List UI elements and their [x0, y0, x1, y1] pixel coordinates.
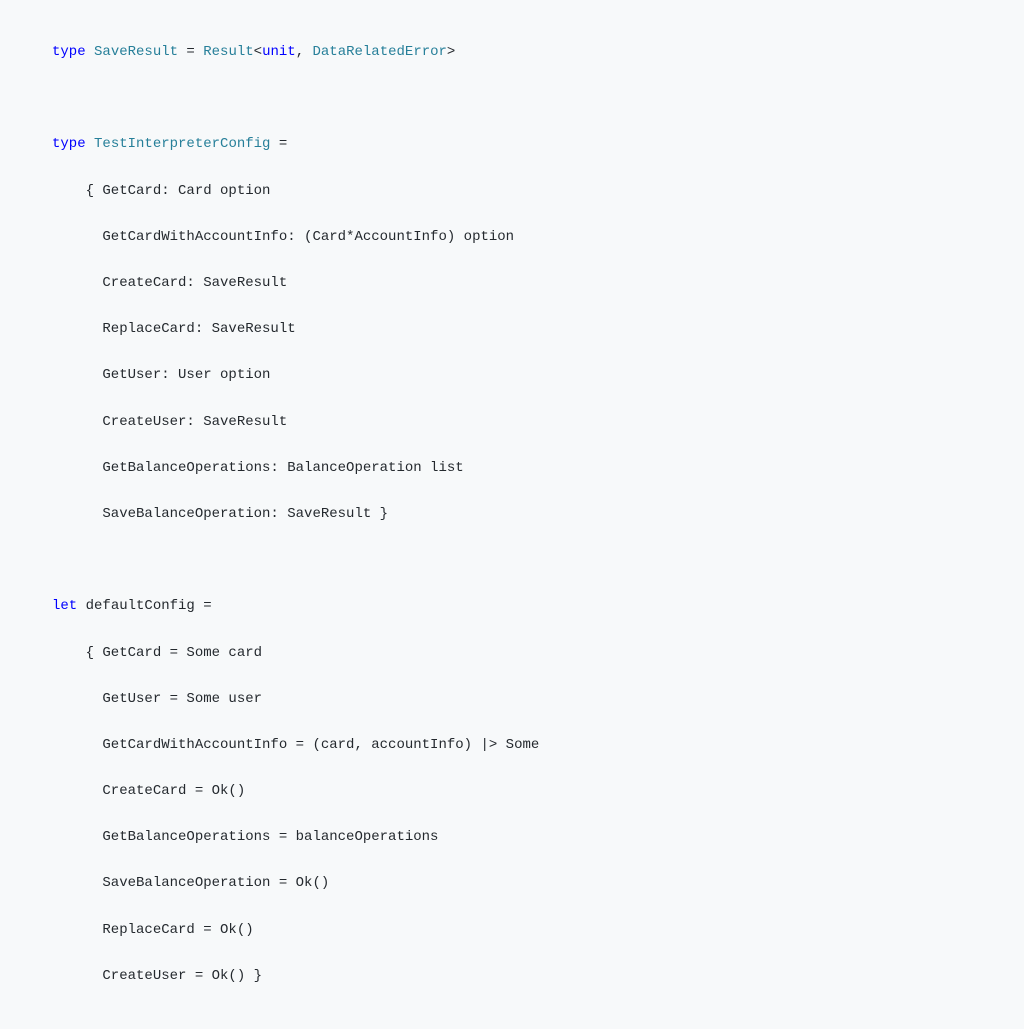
type-name: TestInterpreterConfig [94, 136, 270, 152]
code-line: CreateCard = Ok() [52, 780, 972, 803]
code-line: GetBalanceOperations: BalanceOperation l… [52, 457, 972, 480]
keyword-type: type [52, 44, 86, 60]
code-line-blank [52, 549, 972, 572]
code-line: ReplaceCard: SaveResult [52, 318, 972, 341]
equals: = [178, 44, 203, 60]
code-line: GetCardWithAccountInfo = (card, accountI… [52, 734, 972, 757]
code-line: let defaultConfig = [52, 595, 972, 618]
equals: = [270, 136, 287, 152]
code-line: GetBalanceOperations = balanceOperations [52, 826, 972, 849]
code-block: type SaveResult = Result<unit, DataRelat… [52, 18, 972, 1011]
code-line-blank [52, 87, 972, 110]
code-line: CreateUser: SaveResult [52, 411, 972, 434]
code-line: SaveBalanceOperation = Ok() [52, 872, 972, 895]
type-error: DataRelatedError [313, 44, 447, 60]
keyword-unit: unit [262, 44, 296, 60]
type-name: SaveResult [94, 44, 178, 60]
code-line: GetUser = Some user [52, 688, 972, 711]
code-line: SaveBalanceOperation: SaveResult } [52, 503, 972, 526]
code-line: GetUser: User option [52, 364, 972, 387]
code-line: CreateCard: SaveResult [52, 272, 972, 295]
code-line: { GetCard: Card option [52, 180, 972, 203]
angle-close: > [447, 44, 455, 60]
code-line: { GetCard = Some card [52, 642, 972, 665]
comma: , [296, 44, 313, 60]
angle-open: < [254, 44, 262, 60]
code-line: GetCardWithAccountInfo: (Card*AccountInf… [52, 226, 972, 249]
type-result: Result [203, 44, 253, 60]
code-line: CreateUser = Ok() } [52, 965, 972, 988]
identifier: defaultConfig = [77, 598, 211, 614]
keyword-let: let [52, 598, 77, 614]
code-line: type TestInterpreterConfig = [52, 133, 972, 156]
code-line: type SaveResult = Result<unit, DataRelat… [52, 41, 972, 64]
code-line: ReplaceCard = Ok() [52, 919, 972, 942]
keyword-type: type [52, 136, 86, 152]
